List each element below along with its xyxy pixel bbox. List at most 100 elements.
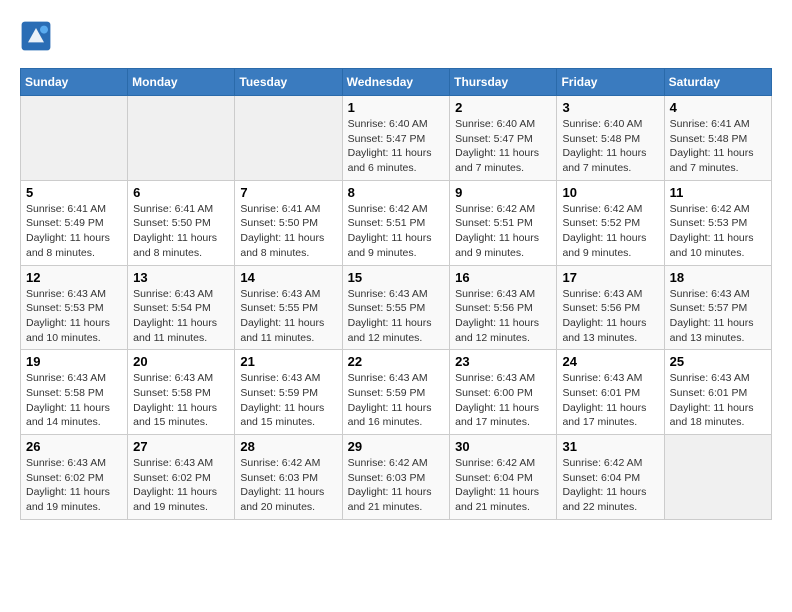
page-header [20,20,772,52]
day-info: Sunrise: 6:43 AMSunset: 5:54 PMDaylight:… [133,287,229,346]
calendar-cell: 26 Sunrise: 6:43 AMSunset: 6:02 PMDayligh… [21,435,128,520]
day-number: 27 [133,439,229,454]
calendar-cell: 13 Sunrise: 6:43 AMSunset: 5:54 PMDayligh… [128,265,235,350]
day-info: Sunrise: 6:41 AMSunset: 5:50 PMDaylight:… [133,202,229,261]
calendar-week-row: 26 Sunrise: 6:43 AMSunset: 6:02 PMDayligh… [21,435,772,520]
weekday-header-saturday: Saturday [664,69,771,96]
day-info: Sunrise: 6:42 AMSunset: 6:04 PMDaylight:… [455,456,551,515]
calendar-header: SundayMondayTuesdayWednesdayThursdayFrid… [21,69,772,96]
day-info: Sunrise: 6:43 AMSunset: 5:59 PMDaylight:… [348,371,445,430]
day-info: Sunrise: 6:43 AMSunset: 5:55 PMDaylight:… [240,287,336,346]
day-number: 7 [240,185,336,200]
day-number: 11 [670,185,766,200]
day-info: Sunrise: 6:43 AMSunset: 5:55 PMDaylight:… [348,287,445,346]
day-number: 3 [562,100,658,115]
day-info: Sunrise: 6:42 AMSunset: 6:04 PMDaylight:… [562,456,658,515]
day-number: 23 [455,354,551,369]
day-number: 14 [240,270,336,285]
calendar-cell: 11 Sunrise: 6:42 AMSunset: 5:53 PMDayligh… [664,180,771,265]
calendar-cell: 6 Sunrise: 6:41 AMSunset: 5:50 PMDaylight… [128,180,235,265]
calendar-cell: 31Sunrise: 6:42 AMSunset: 6:04 PMDayligh… [557,435,664,520]
logo [20,20,56,52]
day-info: Sunrise: 6:40 AMSunset: 5:47 PMDaylight:… [455,117,551,176]
calendar-body: 1 Sunrise: 6:40 AMSunset: 5:47 PMDaylight… [21,96,772,520]
day-info: Sunrise: 6:43 AMSunset: 6:02 PMDaylight:… [133,456,229,515]
calendar-cell [128,96,235,181]
day-number: 22 [348,354,445,369]
calendar-cell: 7 Sunrise: 6:41 AMSunset: 5:50 PMDaylight… [235,180,342,265]
day-number: 21 [240,354,336,369]
day-number: 13 [133,270,229,285]
calendar-cell: 29 Sunrise: 6:42 AMSunset: 6:03 PMDayligh… [342,435,450,520]
day-number: 17 [562,270,658,285]
calendar-cell: 19Sunrise: 6:43 AMSunset: 5:58 PMDayligh… [21,350,128,435]
day-info: Sunrise: 6:40 AMSunset: 5:47 PMDaylight:… [348,117,445,176]
calendar-week-row: 19 Sunrise: 6:43 AMSunset: 5:58 PMDayligh… [21,350,772,435]
day-number: 8 [348,185,445,200]
calendar-cell: 5 Sunrise: 6:41 AMSunset: 5:49 PMDaylight… [21,180,128,265]
day-number: 12 [26,270,122,285]
day-info: Sunrise: 6:42 AMSunset: 5:51 PMDaylight:… [455,202,551,261]
day-number: 15 [348,270,445,285]
weekday-header-monday: Monday [128,69,235,96]
calendar-cell: 12 Sunrise: 6:43 AMSunset: 5:53 PMDayligh… [21,265,128,350]
day-info: Sunrise: 6:42 AMSunset: 5:53 PMDaylight:… [670,202,766,261]
calendar-cell: 2 Sunrise: 6:40 AMSunset: 5:47 PMDaylight… [450,96,557,181]
day-number: 18 [670,270,766,285]
calendar-week-row: 5 Sunrise: 6:41 AMSunset: 5:49 PMDaylight… [21,180,772,265]
calendar-cell [21,96,128,181]
day-info: Sunrise: 6:41 AMSunset: 5:49 PMDaylight:… [26,202,122,261]
weekday-header-sunday: Sunday [21,69,128,96]
calendar-week-row: 12 Sunrise: 6:43 AMSunset: 5:53 PMDayligh… [21,265,772,350]
day-number: 9 [455,185,551,200]
calendar-cell: 25Sunrise: 6:43 AMSunset: 6:01 PMDayligh… [664,350,771,435]
day-info: Sunrise: 6:42 AMSunset: 6:03 PMDaylight:… [240,456,336,515]
day-number: 29 [348,439,445,454]
day-info: Sunrise: 6:42 AMSunset: 6:03 PMDaylight:… [348,456,445,515]
calendar-cell: 10Sunrise: 6:42 AMSunset: 5:52 PMDayligh… [557,180,664,265]
calendar-cell: 18 Sunrise: 6:43 AMSunset: 5:57 PMDayligh… [664,265,771,350]
calendar-cell: 9 Sunrise: 6:42 AMSunset: 5:51 PMDaylight… [450,180,557,265]
day-info: Sunrise: 6:41 AMSunset: 5:50 PMDaylight:… [240,202,336,261]
calendar-cell: 1 Sunrise: 6:40 AMSunset: 5:47 PMDaylight… [342,96,450,181]
day-number: 28 [240,439,336,454]
calendar-cell: 15 Sunrise: 6:43 AMSunset: 5:55 PMDayligh… [342,265,450,350]
day-number: 26 [26,439,122,454]
day-info: Sunrise: 6:40 AMSunset: 5:48 PMDaylight:… [562,117,658,176]
day-number: 1 [348,100,445,115]
day-number: 2 [455,100,551,115]
calendar-cell [664,435,771,520]
weekday-header-wednesday: Wednesday [342,69,450,96]
day-info: Sunrise: 6:43 AMSunset: 5:56 PMDaylight:… [455,287,551,346]
calendar-cell: 28 Sunrise: 6:42 AMSunset: 6:03 PMDayligh… [235,435,342,520]
day-number: 19 [26,354,122,369]
day-number: 5 [26,185,122,200]
weekday-header-friday: Friday [557,69,664,96]
logo-icon [20,20,52,52]
day-info: Sunrise: 6:41 AMSunset: 5:48 PMDaylight:… [670,117,766,176]
calendar-table: SundayMondayTuesdayWednesdayThursdayFrid… [20,68,772,520]
day-number: 16 [455,270,551,285]
day-info: Sunrise: 6:42 AMSunset: 5:51 PMDaylight:… [348,202,445,261]
calendar-cell [235,96,342,181]
day-info: Sunrise: 6:42 AMSunset: 5:52 PMDaylight:… [562,202,658,261]
day-info: Sunrise: 6:43 AMSunset: 5:58 PMDaylight:… [133,371,229,430]
calendar-cell: 22 Sunrise: 6:43 AMSunset: 5:59 PMDayligh… [342,350,450,435]
calendar-cell: 17 Sunrise: 6:43 AMSunset: 5:56 PMDayligh… [557,265,664,350]
calendar-cell: 8 Sunrise: 6:42 AMSunset: 5:51 PMDaylight… [342,180,450,265]
calendar-cell: 24Sunrise: 6:43 AMSunset: 6:01 PMDayligh… [557,350,664,435]
calendar-cell: 20Sunrise: 6:43 AMSunset: 5:58 PMDayligh… [128,350,235,435]
calendar-cell: 23 Sunrise: 6:43 AMSunset: 6:00 PMDayligh… [450,350,557,435]
day-info: Sunrise: 6:43 AMSunset: 5:53 PMDaylight:… [26,287,122,346]
day-info: Sunrise: 6:43 AMSunset: 5:57 PMDaylight:… [670,287,766,346]
day-number: 25 [670,354,766,369]
weekday-header-thursday: Thursday [450,69,557,96]
day-info: Sunrise: 6:43 AMSunset: 6:02 PMDaylight:… [26,456,122,515]
calendar-cell: 14 Sunrise: 6:43 AMSunset: 5:55 PMDayligh… [235,265,342,350]
day-info: Sunrise: 6:43 AMSunset: 6:00 PMDaylight:… [455,371,551,430]
calendar-week-row: 1 Sunrise: 6:40 AMSunset: 5:47 PMDaylight… [21,96,772,181]
calendar-cell: 16 Sunrise: 6:43 AMSunset: 5:56 PMDayligh… [450,265,557,350]
weekday-header-row: SundayMondayTuesdayWednesdayThursdayFrid… [21,69,772,96]
day-number: 6 [133,185,229,200]
day-info: Sunrise: 6:43 AMSunset: 5:56 PMDaylight:… [562,287,658,346]
